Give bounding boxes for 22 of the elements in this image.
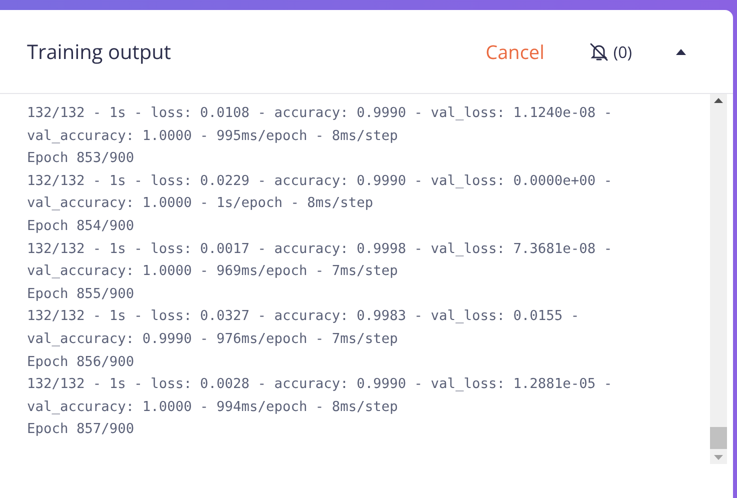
log-line: Epoch 857/900 (27, 420, 136, 440)
log-line: val_accuracy: 1.0000 - 969ms/epoch - 7ms/step (27, 262, 399, 282)
log-line: Epoch 853/900 (27, 149, 136, 168)
log-line: val_accuracy: 0.9990 - 976ms/epoch - 7ms/step (27, 330, 399, 349)
log-line: val_accuracy: 1.0000 - 995ms/epoch - 8ms/step (27, 126, 399, 146)
log-line: 132/132 - 1s - loss: 0.0017 - accuracy: 0.9998 - val_loss: 7.3681e-08 - (27, 240, 614, 259)
scroll-down-icon[interactable] (714, 455, 723, 460)
log-line: val_accuracy: 1.0000 - 1s/epoch - 8ms/step (27, 194, 374, 214)
scrollbar-thumb[interactable] (710, 427, 727, 449)
scroll-up-icon[interactable] (714, 98, 723, 103)
log-line: Epoch 855/900 (27, 284, 136, 304)
caret-up-icon (676, 48, 686, 54)
log-line: 132/132 - 1s - loss: 0.0229 - accuracy: 0.9990 - val_loss: 0.0000e+00 - (27, 172, 614, 191)
notifications-button[interactable]: (0) (589, 40, 632, 62)
panel-title: Training output (27, 38, 172, 65)
scrollbar[interactable] (710, 94, 727, 464)
log-line: 132/132 - 1s - loss: 0.0108 - accuracy: 0.9990 - val_loss: 1.1240e-08 - (27, 104, 614, 123)
log-line: 132/132 - 1s - loss: 0.0028 - accuracy: 0.9990 - val_loss: 1.2881e-05 - (27, 375, 614, 394)
log-line: val_accuracy: 1.0000 - 994ms/epoch - 8ms/step (27, 398, 399, 417)
log-line: Epoch 854/900 (27, 216, 136, 236)
log-line: 132/132 - 1s - loss: 0.0327 - accuracy: 0.9983 - val_loss: 0.0155 - (27, 307, 580, 326)
log-line: Epoch 856/900 (27, 352, 136, 372)
